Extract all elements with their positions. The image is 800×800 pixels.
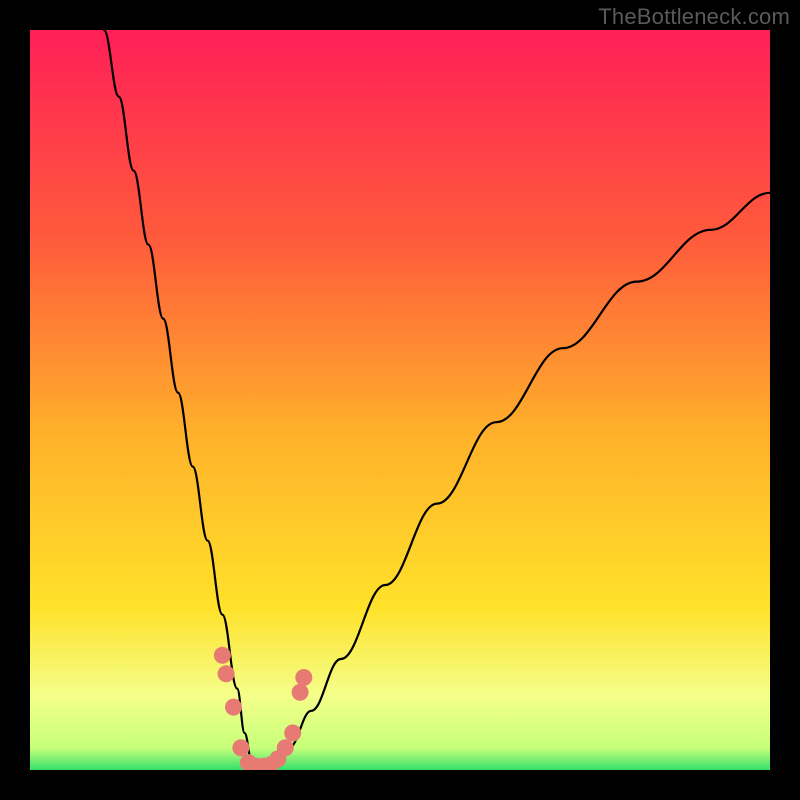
marker-dot bbox=[214, 647, 231, 664]
marker-dot bbox=[218, 665, 235, 682]
marker-dot bbox=[232, 739, 249, 756]
watermark-text: TheBottleneck.com bbox=[598, 4, 790, 30]
marker-dot bbox=[295, 669, 312, 686]
chart-svg bbox=[30, 30, 770, 770]
plot-area bbox=[30, 30, 770, 770]
marker-dot bbox=[277, 739, 294, 756]
marker-dot bbox=[292, 684, 309, 701]
marker-dot bbox=[284, 725, 301, 742]
marker-dot bbox=[225, 699, 242, 716]
chart-frame: TheBottleneck.com bbox=[0, 0, 800, 800]
gradient-background bbox=[30, 30, 770, 770]
